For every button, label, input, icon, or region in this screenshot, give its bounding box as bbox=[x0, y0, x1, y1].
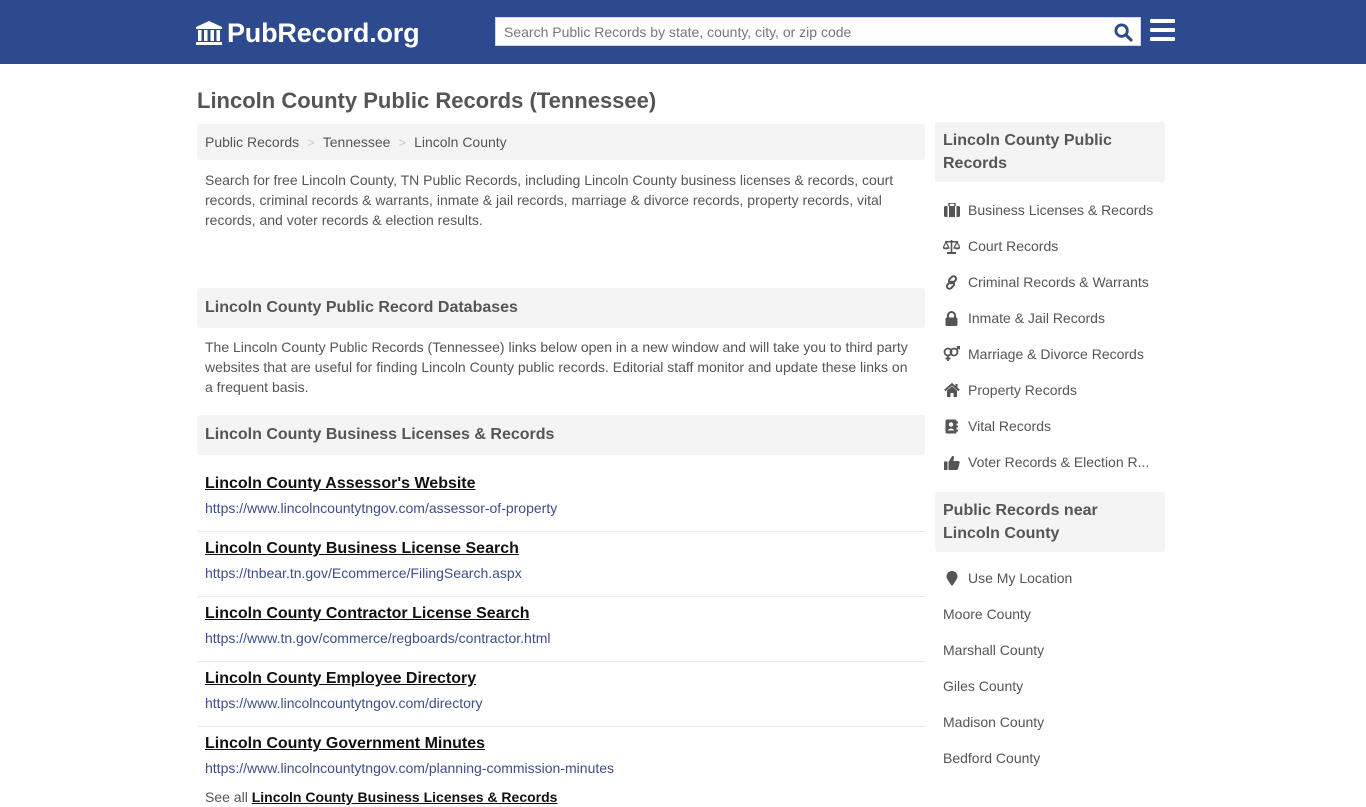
briefcase-icon bbox=[943, 202, 960, 218]
near-county-marshall[interactable]: Marshall County bbox=[935, 632, 1165, 668]
page-title: Lincoln County Public Records (Tennessee… bbox=[197, 88, 657, 113]
list-item: Lincoln County Employee Directory https:… bbox=[197, 662, 925, 727]
link-title[interactable]: Lincoln County Employee Directory bbox=[205, 669, 917, 689]
site-logo[interactable]: PubRecord.org bbox=[195, 17, 420, 49]
venus-mars-icon bbox=[943, 346, 960, 362]
sidebar-item-voter[interactable]: Voter Records & Election R... bbox=[935, 444, 1165, 480]
link-url: https://www.lincolncountytngov.com/asses… bbox=[205, 500, 558, 516]
map-marker-icon bbox=[943, 570, 960, 586]
hamburger-menu-icon[interactable] bbox=[1150, 19, 1176, 43]
list-item: Lincoln County Contractor License Search… bbox=[197, 597, 925, 662]
home-icon bbox=[943, 382, 960, 398]
breadcrumb-tennessee[interactable]: Tennessee bbox=[323, 134, 391, 150]
search-box bbox=[495, 17, 1141, 46]
courthouse-icon bbox=[196, 21, 222, 45]
sidebar-item-inmate[interactable]: Inmate & Jail Records bbox=[935, 300, 1165, 336]
sidebar-item-property[interactable]: Property Records bbox=[935, 372, 1165, 408]
link-url: https://www.lincolncountytngov.com/plann… bbox=[205, 760, 615, 776]
list-item: Lincoln County Business License Search h… bbox=[197, 532, 925, 597]
see-all-link[interactable]: Lincoln County Business Licenses & Recor… bbox=[252, 789, 558, 805]
link-icon bbox=[943, 274, 960, 290]
use-my-location-label: Use My Location bbox=[968, 570, 1073, 586]
sidebar-item-marriage[interactable]: Marriage & Divorce Records bbox=[935, 336, 1165, 372]
near-county-moore[interactable]: Moore County bbox=[935, 596, 1165, 632]
near-county-bedford[interactable]: Bedford County bbox=[935, 740, 1165, 776]
sidebar-item-label: Court Records bbox=[968, 238, 1059, 254]
list-item: Lincoln County Government Minutes https:… bbox=[197, 727, 925, 787]
sidebar-item-court[interactable]: Court Records bbox=[935, 228, 1165, 264]
breadcrumb: Public Records > Tennessee > Lincoln Cou… bbox=[197, 124, 925, 160]
link-url: https://tnbear.tn.gov/Ecommerce/FilingSe… bbox=[205, 565, 522, 581]
logo-text: PubRecord.org bbox=[227, 17, 420, 48]
lock-icon bbox=[943, 310, 960, 326]
sidebar-near-heading: Public Records near Lincoln County bbox=[935, 492, 1165, 552]
use-my-location-button[interactable]: Use My Location bbox=[935, 560, 1165, 596]
balance-scale-icon bbox=[943, 238, 960, 254]
search-icon bbox=[1113, 22, 1133, 42]
intro-text: Search for free Lincoln County, TN Publi… bbox=[205, 172, 894, 228]
breadcrumb-separator: > bbox=[398, 134, 407, 150]
business-section-heading: Lincoln County Business Licenses & Recor… bbox=[197, 415, 925, 455]
sidebar-item-label: Criminal Records & Warrants bbox=[968, 274, 1149, 290]
breadcrumb-separator: > bbox=[307, 134, 315, 150]
business-links-list: Lincoln County Assessor's Website https:… bbox=[197, 455, 925, 787]
list-item: Lincoln County Assessor's Website https:… bbox=[197, 467, 925, 532]
sidebar-item-business[interactable]: Business Licenses & Records bbox=[935, 192, 1165, 228]
breadcrumb-public-records[interactable]: Public Records bbox=[205, 134, 299, 150]
sidebar-item-vital[interactable]: Vital Records bbox=[935, 408, 1165, 444]
databases-description: The Lincoln County Public Records (Tenne… bbox=[205, 339, 908, 395]
breadcrumb-lincoln-county[interactable]: Lincoln County bbox=[414, 134, 507, 150]
main-content: Public Records > Tennessee > Lincoln Cou… bbox=[197, 124, 925, 807]
link-url: https://www.lincolncountytngov.com/direc… bbox=[205, 695, 483, 711]
sidebar-item-label: Property Records bbox=[968, 382, 1077, 398]
see-all-row: See all Lincoln County Business Licenses… bbox=[197, 787, 925, 807]
sidebar-item-label: Vital Records bbox=[968, 418, 1052, 434]
link-title[interactable]: Lincoln County Assessor's Website bbox=[205, 474, 917, 494]
databases-heading: Lincoln County Public Record Databases bbox=[197, 288, 925, 328]
sidebar-item-label: Inmate & Jail Records bbox=[968, 310, 1105, 326]
sidebar-records-heading: Lincoln County Public Records bbox=[935, 122, 1165, 182]
link-title[interactable]: Lincoln County Business License Search bbox=[205, 539, 917, 559]
sidebar: Lincoln County Public Records Business L… bbox=[935, 122, 1165, 776]
see-all-prefix: See all bbox=[205, 789, 248, 805]
top-navbar: PubRecord.org bbox=[0, 0, 1366, 64]
near-county-madison[interactable]: Madison County bbox=[935, 704, 1165, 740]
thumbs-up-icon bbox=[943, 454, 960, 470]
link-title[interactable]: Lincoln County Government Minutes bbox=[205, 734, 917, 754]
sidebar-near-list: Use My Location Moore County Marshall Co… bbox=[935, 552, 1165, 776]
sidebar-item-criminal[interactable]: Criminal Records & Warrants bbox=[935, 264, 1165, 300]
search-button[interactable] bbox=[1110, 20, 1136, 44]
link-title[interactable]: Lincoln County Contractor License Search bbox=[205, 604, 917, 624]
sidebar-records-list: Business Licenses & Records Court Record… bbox=[935, 182, 1165, 492]
sidebar-item-label: Voter Records & Election R... bbox=[968, 454, 1150, 470]
sidebar-item-label: Marriage & Divorce Records bbox=[968, 346, 1144, 362]
sidebar-item-label: Business Licenses & Records bbox=[968, 202, 1154, 218]
search-input[interactable] bbox=[496, 18, 1106, 45]
link-url: https://www.tn.gov/commerce/regboards/co… bbox=[205, 630, 551, 646]
near-county-giles[interactable]: Giles County bbox=[935, 668, 1165, 704]
address-book-icon bbox=[943, 418, 960, 434]
